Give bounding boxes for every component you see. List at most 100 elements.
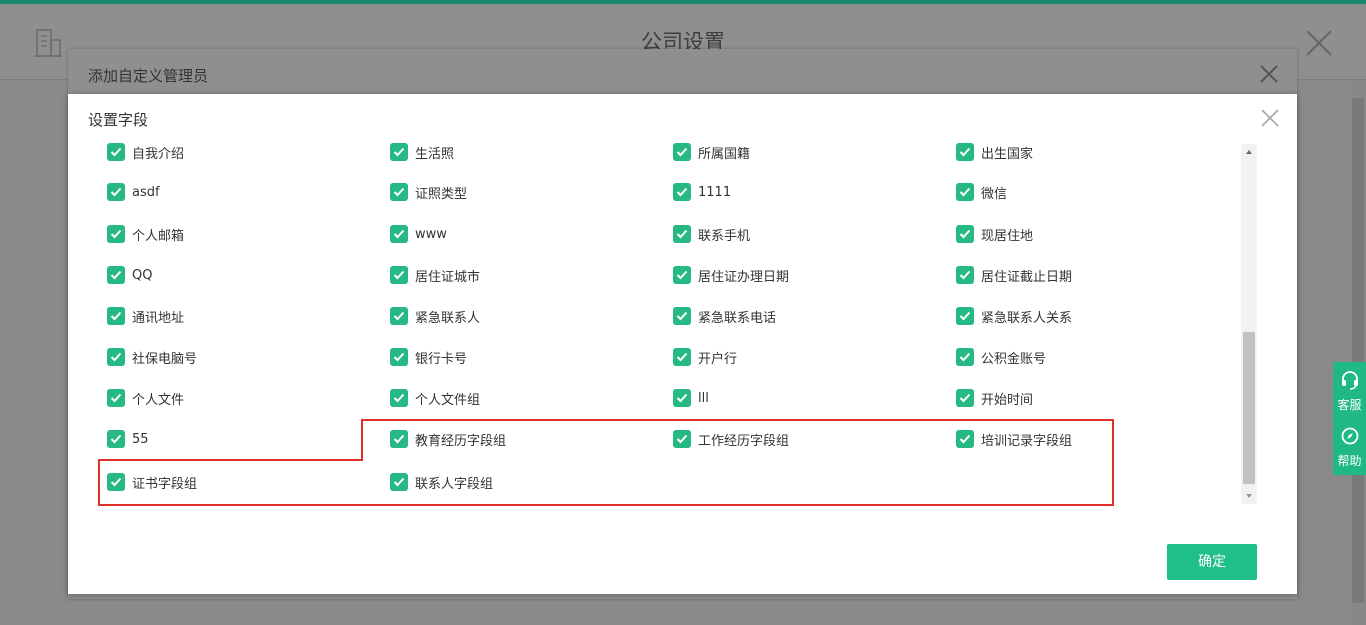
checkbox-checked-icon[interactable] (956, 348, 974, 366)
checkbox-checked-icon[interactable] (956, 183, 974, 201)
add-custom-admin-close-icon[interactable] (1260, 65, 1278, 83)
field-option[interactable]: www (390, 222, 660, 246)
field-option-label: asdf (132, 184, 160, 200)
checkbox-checked-icon[interactable] (673, 225, 691, 243)
checkbox-checked-icon[interactable] (107, 430, 125, 448)
field-option[interactable]: 个人文件组 (390, 386, 660, 410)
field-option-label: 居住证截止日期 (981, 269, 1073, 285)
field-option[interactable]: QQ (107, 263, 377, 287)
field-grid: 自我介绍 生活照 所属国籍 出生国家 asdf 证照类型 1111 微信个人邮箱 www 联系手机… (107, 140, 1235, 502)
field-option[interactable]: lll (673, 386, 943, 410)
field-option[interactable]: 55 (107, 427, 377, 451)
field-option[interactable]: 自我介绍 (107, 140, 377, 164)
field-option[interactable]: 联系人字段组 (390, 470, 660, 494)
field-option[interactable]: 微信 (956, 180, 1226, 204)
set-fields-close-icon[interactable] (1261, 109, 1279, 127)
checkbox-checked-icon[interactable] (107, 143, 125, 161)
field-option-label: 通讯地址 (132, 310, 185, 326)
checkbox-checked-icon[interactable] (390, 307, 408, 325)
checkbox-checked-icon[interactable] (390, 430, 408, 448)
field-option[interactable]: 现居住地 (956, 222, 1226, 246)
checkbox-checked-icon[interactable] (956, 143, 974, 161)
field-option[interactable]: 个人文件 (107, 386, 377, 410)
checkbox-checked-icon[interactable] (107, 473, 125, 491)
field-option[interactable]: 证书字段组 (107, 470, 377, 494)
checkbox-checked-icon[interactable] (390, 183, 408, 201)
checkbox-checked-icon[interactable] (673, 183, 691, 201)
field-option-label: 培训记录字段组 (981, 433, 1073, 449)
fields-scrollbar[interactable] (1241, 144, 1257, 504)
checkbox-checked-icon[interactable] (107, 225, 125, 243)
field-option[interactable]: 紧急联系电话 (673, 304, 943, 328)
checkbox-checked-icon[interactable] (390, 143, 408, 161)
field-option[interactable]: 联系手机 (673, 222, 943, 246)
checkbox-checked-icon[interactable] (390, 473, 408, 491)
checkbox-checked-icon[interactable] (956, 266, 974, 284)
field-option-label: 55 (132, 431, 149, 447)
headset-icon (1342, 371, 1358, 390)
field-option[interactable]: 个人邮箱 (107, 222, 377, 246)
help-button[interactable]: 帮助 (1333, 418, 1366, 472)
checkbox-checked-icon[interactable] (956, 389, 974, 407)
checkbox-checked-icon[interactable] (673, 266, 691, 284)
field-option[interactable]: 1111 (673, 180, 943, 204)
field-option[interactable]: 公积金账号 (956, 345, 1226, 369)
field-option-label: 现居住地 (981, 228, 1034, 244)
field-option[interactable]: 开户行 (673, 345, 943, 369)
checkbox-checked-icon[interactable] (956, 430, 974, 448)
field-option[interactable]: 紧急联系人 (390, 304, 660, 328)
field-option[interactable]: 出生国家 (956, 140, 1226, 164)
scroll-down-arrow-icon[interactable] (1241, 488, 1257, 504)
checkbox-checked-icon[interactable] (673, 348, 691, 366)
field-option[interactable]: 证照类型 (390, 180, 660, 204)
page-scrollbar-thumb[interactable] (1352, 98, 1364, 603)
field-option[interactable]: 居住证截止日期 (956, 263, 1226, 287)
field-option[interactable]: 通讯地址 (107, 304, 377, 328)
field-option[interactable]: 生活照 (390, 140, 660, 164)
checkbox-checked-icon[interactable] (390, 266, 408, 284)
field-option[interactable]: asdf (107, 180, 377, 204)
checkbox-checked-icon[interactable] (107, 183, 125, 201)
field-option-label: 个人文件组 (415, 392, 481, 408)
scrollbar-thumb[interactable] (1243, 332, 1255, 484)
confirm-button[interactable]: 确定 (1167, 544, 1257, 580)
checkbox-checked-icon[interactable] (107, 389, 125, 407)
page-close-icon[interactable] (1305, 29, 1333, 57)
checkbox-checked-icon[interactable] (390, 389, 408, 407)
field-option-label: 银行卡号 (415, 351, 468, 367)
customer-service-label: 客服 (1337, 398, 1362, 412)
checkbox-checked-icon[interactable] (673, 389, 691, 407)
field-option[interactable]: 开始时间 (956, 386, 1226, 410)
checkbox-checked-icon[interactable] (673, 430, 691, 448)
field-option[interactable]: 所属国籍 (673, 140, 943, 164)
field-option-label: www (415, 226, 447, 242)
field-option[interactable]: 工作经历字段组 (673, 427, 943, 451)
field-option-label: lll (698, 390, 709, 406)
field-option-label: 居住证办理日期 (698, 269, 790, 285)
checkbox-checked-icon[interactable] (107, 307, 125, 325)
checkbox-checked-icon[interactable] (107, 266, 125, 284)
checkbox-checked-icon[interactable] (673, 143, 691, 161)
field-option[interactable]: 教育经历字段组 (390, 427, 660, 451)
field-option-label: 个人邮箱 (132, 228, 185, 244)
checkbox-checked-icon[interactable] (107, 348, 125, 366)
checkbox-checked-icon[interactable] (956, 307, 974, 325)
help-label: 帮助 (1337, 454, 1362, 468)
checkbox-checked-icon[interactable] (673, 307, 691, 325)
field-option-label: 出生国家 (981, 146, 1034, 162)
field-option[interactable]: 社保电脑号 (107, 345, 377, 369)
field-option[interactable]: 培训记录字段组 (956, 427, 1226, 451)
page-scrollbar[interactable] (1350, 80, 1366, 625)
checkbox-checked-icon[interactable] (956, 225, 974, 243)
field-option[interactable]: 居住证办理日期 (673, 263, 943, 287)
field-option-label: 所属国籍 (698, 146, 751, 162)
field-option[interactable]: 银行卡号 (390, 345, 660, 369)
scroll-up-arrow-icon[interactable] (1241, 144, 1257, 160)
customer-service-button[interactable]: 客服 (1333, 362, 1366, 416)
checkbox-checked-icon[interactable] (390, 348, 408, 366)
field-option-label: 紧急联系人 (415, 310, 481, 326)
checkbox-checked-icon[interactable] (390, 225, 408, 243)
field-option-label: 居住证城市 (415, 269, 481, 285)
field-option[interactable]: 居住证城市 (390, 263, 660, 287)
field-option[interactable]: 紧急联系人关系 (956, 304, 1226, 328)
